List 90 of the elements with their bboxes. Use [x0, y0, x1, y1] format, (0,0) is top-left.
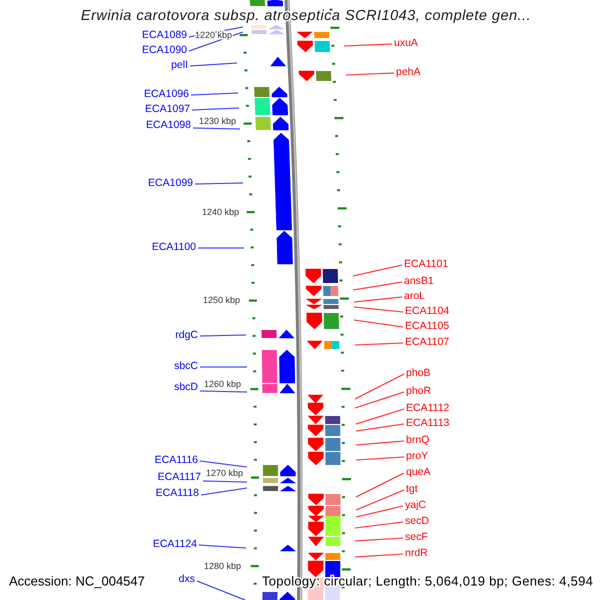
gene-label: brnQ	[406, 434, 430, 446]
scale-label: 1270 kbp	[206, 468, 243, 478]
leader-line	[190, 92, 238, 96]
gene-label: nrdR	[405, 547, 428, 559]
gene-label: sbcD	[174, 381, 198, 393]
gene-label: ECA1107	[405, 336, 450, 348]
leader-line	[354, 537, 404, 542]
gene-arrow	[308, 494, 324, 506]
gene-label: ECA1098	[146, 119, 191, 131]
leader-line	[198, 544, 246, 549]
scale-label: 1280 kbp	[204, 561, 241, 571]
gene-label: yajC	[405, 499, 426, 511]
leader-line	[198, 247, 244, 249]
leader-line	[200, 366, 247, 368]
gene-label: ECA1124	[152, 538, 197, 550]
gene-label: ECA1118	[156, 487, 199, 499]
gene-label: pelI	[171, 59, 188, 71]
leader-line	[354, 296, 402, 303]
gene-label: tgt	[406, 483, 418, 495]
gene-arrow	[298, 70, 314, 82]
leader-line	[194, 182, 244, 185]
genome-summary-text: Topology: circular; Length: 5,064,019 bp; Genes: 4,594	[262, 574, 594, 588]
gene-label: dxs	[178, 573, 195, 585]
accession-text: Accession: NC_004547	[9, 574, 145, 588]
gene-label: proY	[406, 450, 428, 462]
gene-label: ECA1096	[144, 88, 189, 100]
gene-arrow	[308, 438, 324, 452]
scale-label: 1250 kbp	[202, 295, 240, 305]
gene-label: pehA	[396, 66, 421, 78]
gene-arrow	[306, 340, 322, 350]
leader-line	[346, 72, 394, 76]
gene-label: secD	[405, 515, 429, 527]
gene-arrow	[306, 312, 322, 330]
gene-arrow	[280, 592, 296, 600]
leader-line	[354, 306, 404, 313]
gene-label: ECA1099	[148, 177, 193, 189]
leader-line	[356, 440, 404, 446]
leader-line	[356, 456, 404, 461]
leader-line	[354, 342, 404, 346]
gene-arrow	[270, 56, 286, 66]
scale-label: 1260 kbp	[204, 379, 241, 389]
gene-label: ECA1116	[154, 454, 198, 466]
leader-line	[200, 334, 246, 337]
leader-line	[352, 264, 402, 277]
gene-arrow	[280, 486, 296, 492]
leader-line	[352, 281, 402, 291]
gene-label: rdgC	[175, 329, 198, 341]
leader-line	[192, 127, 240, 130]
gene-label: ECA1101	[404, 258, 448, 270]
gene-label: uxuA	[394, 37, 418, 49]
leader-line	[192, 107, 240, 111]
leader-line	[354, 553, 404, 558]
leader-line	[190, 62, 238, 67]
gene-arrow	[267, 0, 284, 6]
gene-arrow	[297, 40, 313, 52]
gene-arrow	[272, 116, 289, 130]
gene-label: ECA1089	[142, 29, 187, 41]
leader-line	[354, 319, 404, 328]
gene-arrow	[305, 268, 322, 284]
gene-label: phoR	[406, 385, 432, 397]
gene-arrow	[278, 330, 294, 338]
gene-arrow	[308, 452, 324, 466]
leader-line	[196, 580, 246, 600]
gene-label: ECA1090	[142, 44, 187, 56]
gene-label: ECA1104	[405, 305, 450, 317]
gene-arrow	[308, 424, 324, 436]
leader-line	[200, 487, 248, 496]
gene-label: sbcC	[174, 360, 198, 372]
leader-line	[344, 43, 392, 47]
gene-label: ansB1	[404, 275, 434, 287]
gene-arrow	[296, 32, 312, 38]
gene-label: secF	[405, 531, 428, 543]
gene-label: ECA1105	[405, 320, 450, 332]
gene-label: ECA1117	[158, 471, 201, 483]
gene-label: ECA1112	[406, 402, 450, 414]
gene-label: ECA1097	[145, 103, 190, 115]
scale-label: 1240 kbp	[202, 207, 239, 217]
leader-line	[356, 472, 404, 498]
scale-label: 1230 kbp	[198, 116, 236, 126]
gene-label: phoB	[406, 367, 431, 379]
gene-arrow	[306, 286, 322, 296]
gene-label: ECA1100	[152, 241, 196, 253]
gene-label: ECA1113	[406, 417, 450, 429]
leader-line	[202, 480, 248, 483]
gene-label: queA	[406, 466, 431, 478]
leader-line	[200, 390, 248, 393]
gene-arrow	[280, 544, 296, 552]
gene-label: aroL	[404, 290, 426, 302]
leader-line	[354, 521, 404, 529]
leader-line	[200, 460, 248, 468]
